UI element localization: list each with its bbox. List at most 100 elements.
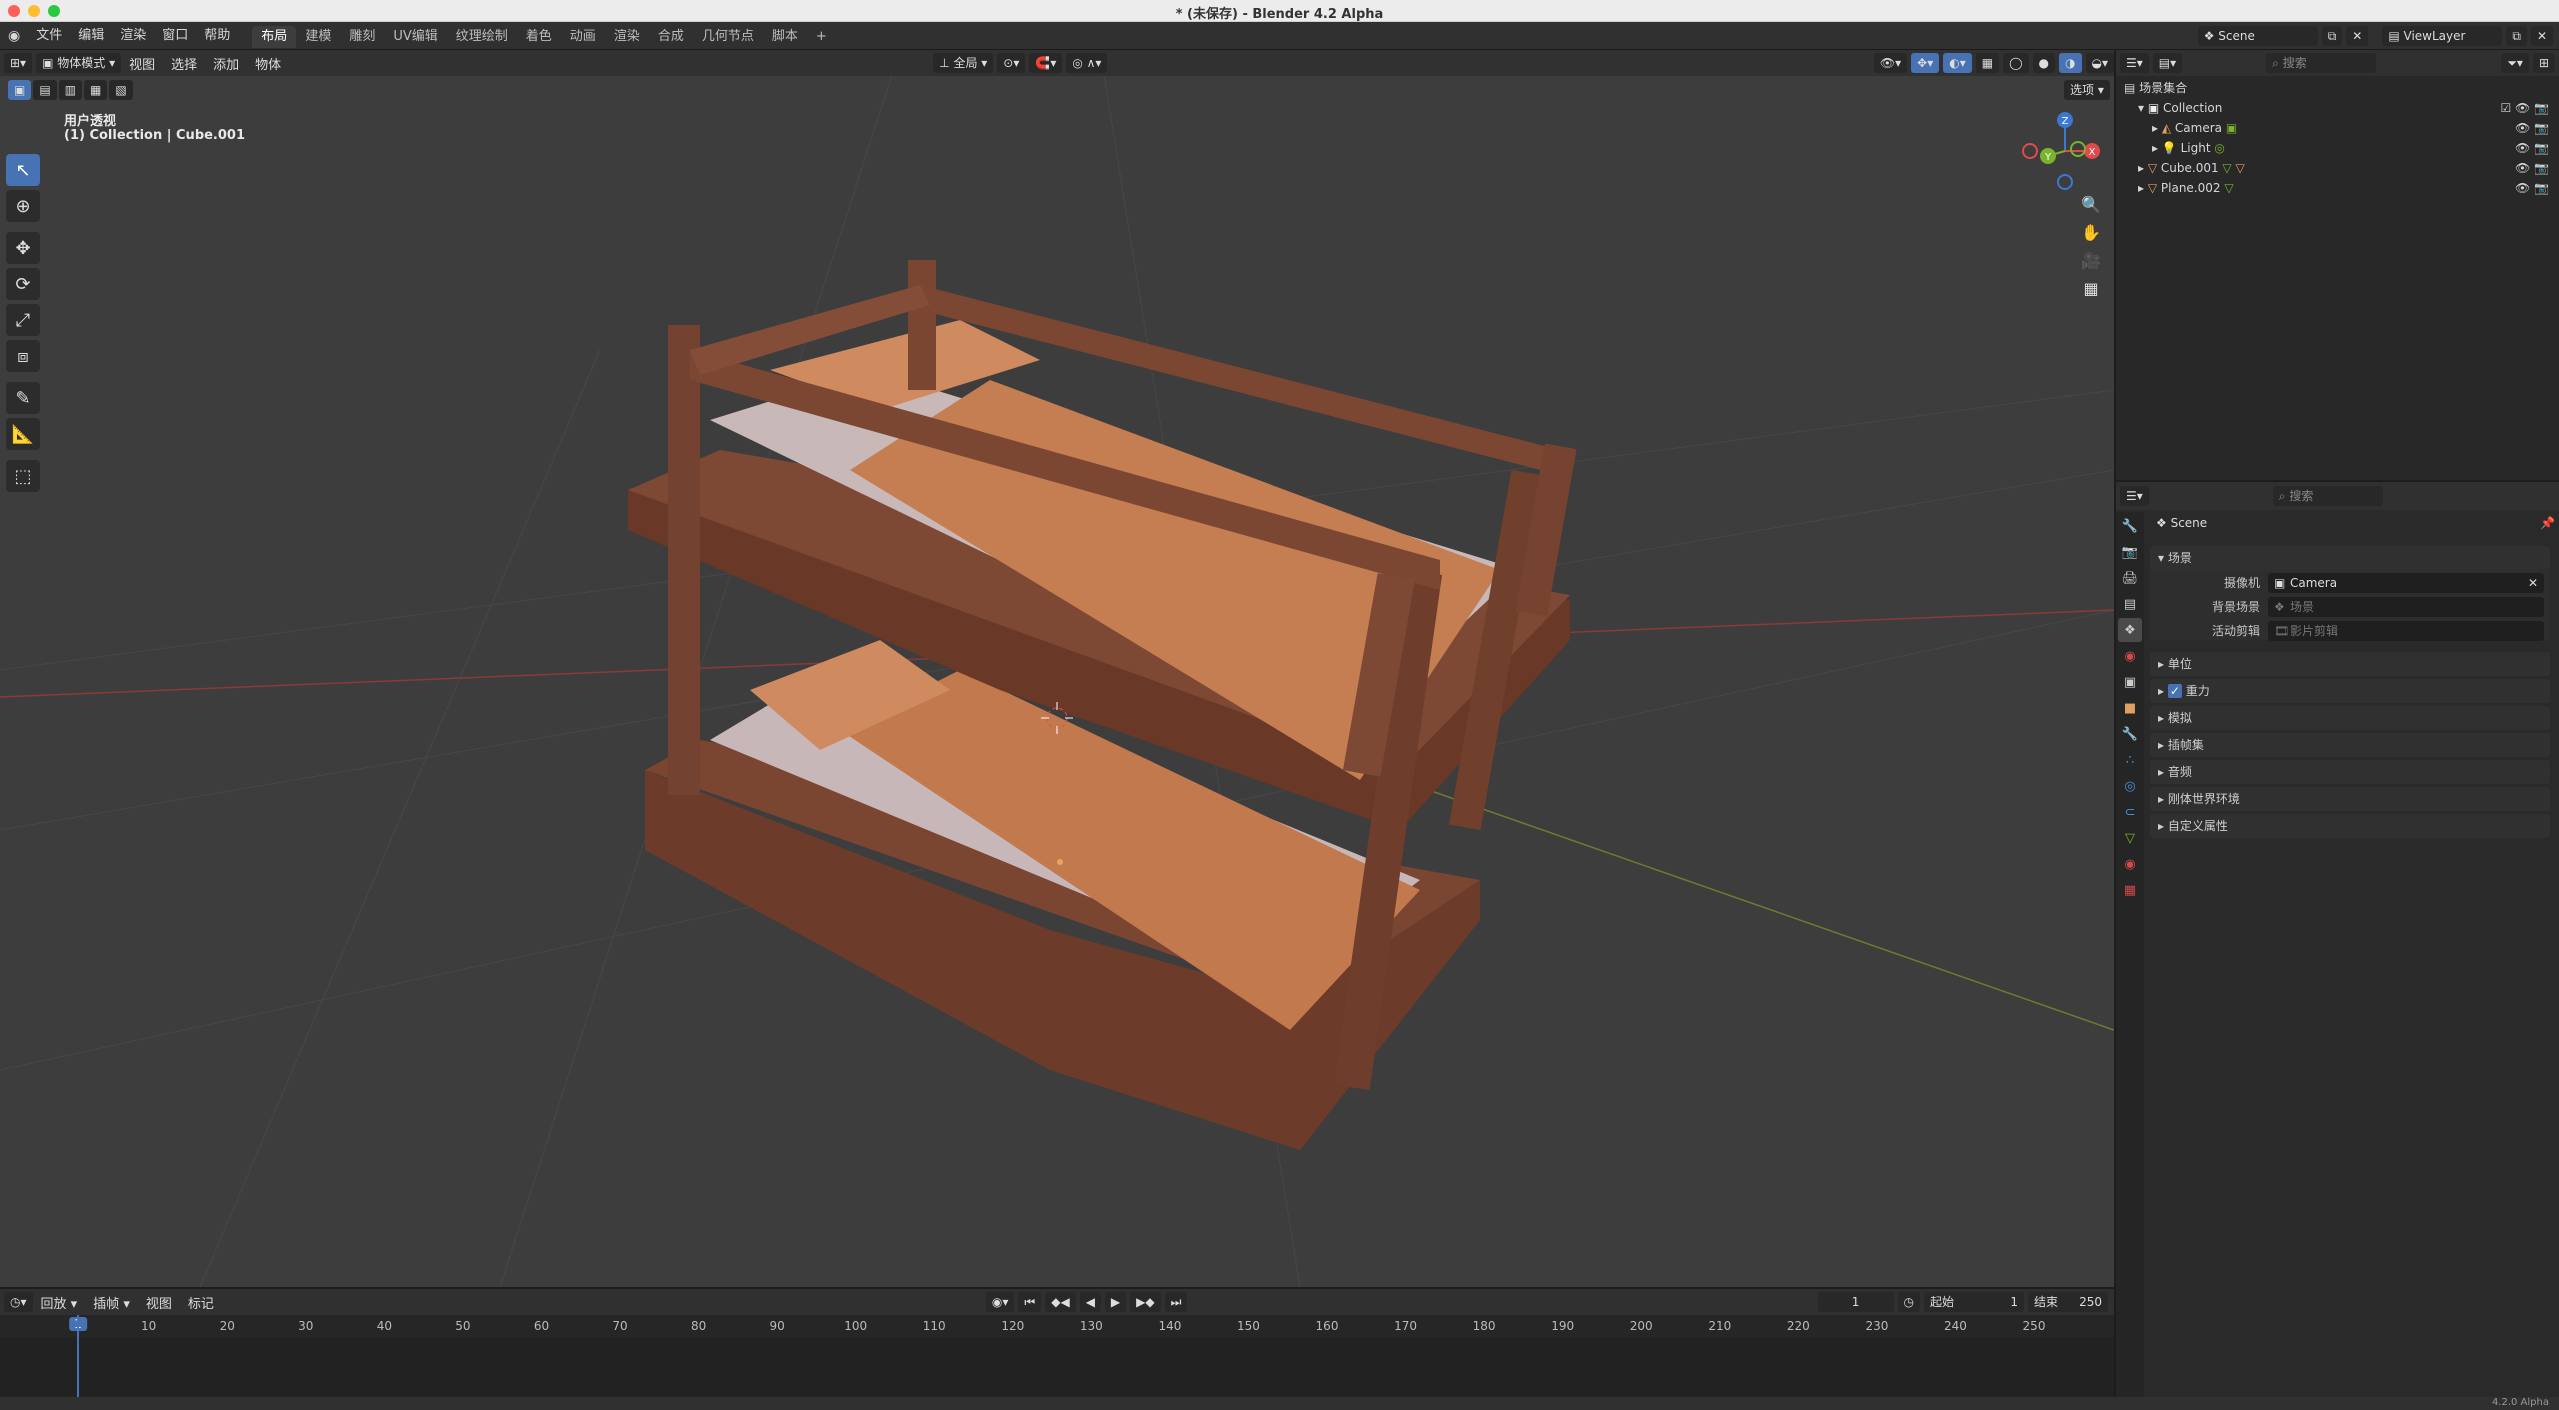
filter-icon[interactable]: ⏷▾ <box>2501 53 2529 73</box>
current-frame-field[interactable]: 1 <box>1817 1292 1894 1312</box>
shading-wireframe-icon[interactable]: ◯ <box>2003 53 2029 73</box>
measure-tool-icon[interactable]: 📐 <box>6 418 40 450</box>
menu-object[interactable]: 物体 <box>247 54 289 73</box>
transform-tool-icon[interactable]: ⧈ <box>6 340 40 372</box>
select-extend-icon[interactable]: ▤ <box>33 80 57 100</box>
jump-keyframe-forward-icon[interactable]: ▶◆ <box>1130 1292 1161 1312</box>
jump-start-icon[interactable]: ⏮ <box>1018 1292 1042 1312</box>
panel-gravity[interactable]: ▸ ✓ 重力 <box>2150 679 2550 703</box>
row-visibility-icons[interactable]: 👁 📷 <box>2515 178 2549 198</box>
render-tab-icon[interactable]: 📷 <box>2118 540 2142 564</box>
row-visibility-icons[interactable]: 👁 📷 <box>2515 158 2549 178</box>
camera-view-icon[interactable]: 🎥 <box>2076 246 2106 274</box>
menu-window[interactable]: 窗口 <box>154 22 196 50</box>
tab-shading[interactable]: 着色 <box>517 26 561 48</box>
object-mode-dropdown[interactable]: ▣ 物体模式 ▾ <box>36 53 122 73</box>
add-cube-tool-icon[interactable]: ⬚ <box>6 460 40 492</box>
panel-custom-properties[interactable]: ▸ 自定义属性 <box>2150 814 2550 838</box>
shading-rendered-icon[interactable]: ◒▾ <box>2085 53 2114 73</box>
view-layer-tab-icon[interactable]: ▤ <box>2118 592 2142 616</box>
pivot-point-icon[interactable]: ⊙▾ <box>997 53 1026 73</box>
visibility-icon[interactable]: 👁▾ <box>1873 53 1908 73</box>
row-visibility-icons[interactable]: ☑ 👁 📷 <box>2500 98 2549 118</box>
options-dropdown[interactable]: 选项 ▾ <box>2064 80 2110 100</box>
select-box-tool-icon[interactable]: ↖ <box>6 154 40 186</box>
xray-icon[interactable]: ▦ <box>1975 53 2000 73</box>
end-frame-field[interactable]: 结束 250 <box>2028 1292 2108 1312</box>
tab-geometry-nodes[interactable]: 几何节点 <box>693 26 763 48</box>
menu-help[interactable]: 帮助 <box>196 22 238 50</box>
shading-material-icon[interactable]: ◑ <box>2059 53 2082 73</box>
pin-icon[interactable]: 📌 <box>2540 516 2555 530</box>
menu-add[interactable]: 添加 <box>205 54 247 73</box>
overlays-icon[interactable]: ◐▾ <box>1943 53 1972 73</box>
output-tab-icon[interactable]: 🖨 <box>2118 566 2142 590</box>
add-workspace-button[interactable]: + <box>807 26 836 48</box>
timeline-editor-type-icon[interactable]: ◷▾ <box>4 1292 33 1312</box>
delete-view-layer-button[interactable]: ✕ <box>2530 25 2553 46</box>
tab-layout[interactable]: 布局 <box>252 26 297 48</box>
menu-select[interactable]: 选择 <box>163 54 205 73</box>
scene-tab-icon[interactable]: ❖ <box>2118 618 2142 642</box>
jump-end-icon[interactable]: ⏭ <box>1164 1292 1188 1312</box>
tab-rendering[interactable]: 渲染 <box>605 26 649 48</box>
playhead[interactable] <box>77 1315 79 1397</box>
outliner-editor-type-icon[interactable]: ☰▾ <box>2120 53 2149 73</box>
outliner-row-cube[interactable]: ▸ ▽ Cube.001 ▽ ▽ 👁 📷 <box>2116 158 2559 178</box>
select-subtract-icon[interactable]: ▥ <box>58 80 83 100</box>
camera-field[interactable]: Camera ▣ ✕ <box>2268 573 2544 593</box>
gravity-checkbox[interactable]: ✓ <box>2167 684 2182 698</box>
blender-logo-icon[interactable]: ◉ <box>0 22 28 50</box>
auto-keying-icon[interactable]: ◉▾ <box>985 1292 1015 1312</box>
play-reverse-icon[interactable]: ◀ <box>1079 1292 1101 1312</box>
object-tab-icon[interactable]: ■ <box>2118 696 2142 720</box>
pan-hand-icon[interactable]: ✋ <box>2076 218 2106 246</box>
outliner-row-plane[interactable]: ▸ ▽ Plane.002 ▽ 👁 📷 <box>2116 178 2559 198</box>
properties-editor-type-icon[interactable]: ☰▾ <box>2120 486 2149 506</box>
properties-search-input[interactable]: ⌕ 搜索 <box>2272 486 2383 506</box>
panel-rigid-body-world[interactable]: ▸ 刚体世界环境 <box>2150 787 2550 811</box>
move-tool-icon[interactable]: ✥ <box>6 232 40 264</box>
new-scene-button[interactable]: ⧉ <box>2321 25 2343 46</box>
orthographic-grid-icon[interactable]: ▦ <box>2076 274 2106 302</box>
select-new-icon[interactable]: ▣ <box>8 80 32 100</box>
outliner-search-input[interactable]: ⌕ 搜索 <box>2266 53 2377 73</box>
proportional-edit-icon[interactable]: ◎ ∧▾ <box>1066 53 1108 73</box>
collection-tab-icon[interactable]: ▣ <box>2118 670 2142 694</box>
tab-modeling[interactable]: 建模 <box>296 26 340 48</box>
viewport-3d[interactable]: ⊞▾ ▣ 物体模式 ▾ 视图 选择 添加 物体 ⊥ 全局 ▾ ⊙▾ 🧲▾ ◎ ∧… <box>0 50 2114 1287</box>
rotate-tool-icon[interactable]: ⟳ <box>6 268 40 300</box>
start-frame-field[interactable]: 起始 1 <box>1924 1292 2024 1312</box>
viewport-scene[interactable] <box>0 50 2114 1287</box>
scale-tool-icon[interactable]: ⤢ <box>6 304 40 336</box>
constraints-tab-icon[interactable]: ⊂ <box>2118 800 2142 824</box>
delete-scene-button[interactable]: ✕ <box>2346 25 2369 46</box>
modifier-tab-icon[interactable]: 🔧 <box>2118 722 2142 746</box>
outliner-row-light[interactable]: ▸ 💡 Light ◎ 👁 📷 <box>2116 138 2559 158</box>
background-scene-field[interactable]: ❖ 场景 <box>2268 597 2544 617</box>
display-mode-icon[interactable]: ▤▾ <box>2152 53 2183 73</box>
select-invert-icon[interactable]: ▦ <box>84 80 108 100</box>
menu-playback[interactable]: 回放 ▾ <box>33 1293 86 1312</box>
active-clip-field[interactable]: 🎞 影片剪辑 <box>2268 621 2544 641</box>
snap-icon[interactable]: 🧲▾ <box>1029 53 1063 73</box>
row-visibility-icons[interactable]: 👁 📷 <box>2515 138 2549 158</box>
data-tab-icon[interactable]: ▽ <box>2118 826 2142 850</box>
physics-tab-icon[interactable]: ◎ <box>2118 774 2142 798</box>
zoom-icon[interactable]: 🔍 <box>2076 190 2106 218</box>
view-layer-selector[interactable]: ▤ ViewLayer <box>2382 25 2503 46</box>
particles-tab-icon[interactable]: ∴ <box>2118 748 2142 772</box>
tab-texture-paint[interactable]: 纹理绘制 <box>447 26 517 48</box>
menu-keying[interactable]: 插帧 ▾ <box>85 1293 138 1312</box>
tool-tab-icon[interactable]: 🔧 <box>2118 514 2142 538</box>
world-tab-icon[interactable]: ◉ <box>2118 644 2142 668</box>
menu-timeline-view[interactable]: 视图 <box>138 1293 180 1312</box>
menu-edit[interactable]: 编辑 <box>70 22 112 50</box>
tab-uv-editing[interactable]: UV编辑 <box>384 26 446 48</box>
texture-tab-icon[interactable]: ▦ <box>2118 878 2142 902</box>
transform-orientation-dropdown[interactable]: ⊥ 全局 ▾ <box>933 53 994 73</box>
tab-scripting[interactable]: 脚本 <box>763 26 807 48</box>
menu-render[interactable]: 渲染 <box>112 22 154 50</box>
cursor-tool-icon[interactable]: ⊕ <box>6 190 40 222</box>
tab-compositing[interactable]: 合成 <box>649 26 693 48</box>
